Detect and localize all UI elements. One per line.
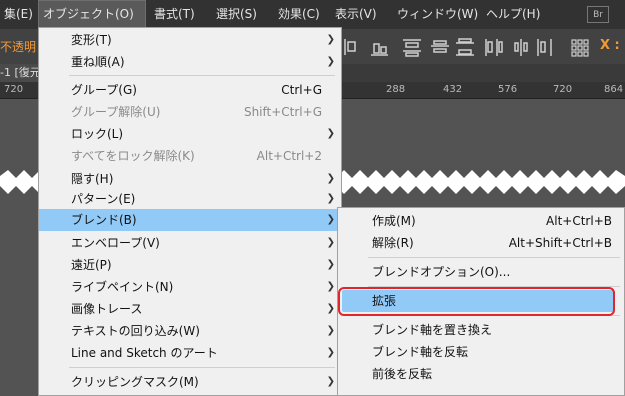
menu-item-envelope[interactable]: エンベロープ(V) ❯ [39,232,341,254]
menu-item-label: グループ解除(U) [71,105,161,119]
menu-type[interactable]: 書式(T) [150,0,199,29]
menu-edit[interactable]: 集(E) [0,0,37,29]
menu-select[interactable]: 選択(S) [212,0,261,29]
object-menu: 変形(T) ❯ 重ね順(A) ❯ グループ(G) Ctrl+G グループ解除(U… [38,27,342,396]
submenu-item-replace-spine[interactable]: ブレンド軸を置き換え [338,319,624,341]
grid-icon [571,39,589,57]
submenu-item-reverse-front-to-back[interactable]: 前後を反転 [338,363,624,385]
menu-item-label: クリッピングマスク(M) [71,375,199,389]
submenu-arrow-icon: ❯ [326,259,335,270]
menu-item-label: パターン(E) [71,192,136,206]
menu-item-shortcut: Ctrl+G [281,83,322,97]
ruler-tick: 432 [443,84,463,95]
submenu-arrow-icon: ❯ [326,214,335,225]
annotation-highlight-ring [338,287,615,316]
ruler-tick: 720 [553,84,573,95]
menu-item-unlock-all[interactable]: すべてをロック解除(K) Alt+Ctrl+2 [39,145,341,167]
ruler-tick: 576 [498,84,518,95]
ruler-tick: 864 [604,84,624,95]
submenu-item-label: 作成(M) [372,214,416,228]
menu-item-live-paint[interactable]: ライブペイント(N) ❯ [39,276,341,298]
submenu-arrow-icon: ❯ [326,325,335,336]
submenu-arrow-icon: ❯ [326,193,335,204]
submenu-arrow-icon: ❯ [326,56,335,67]
submenu-item-release[interactable]: 解除(R) Alt+Shift+Ctrl+B [338,232,624,254]
menu-item-label: すべてをロック解除(K) [71,149,195,163]
menu-separator [368,257,620,258]
submenu-item-blend-options[interactable]: ブレンドオプション(O)... [338,261,624,283]
menu-bar: 集(E) オブジェクト(O) 書式(T) 選択(S) 効果(C) 表示(V) ウ… [0,0,625,29]
menu-help[interactable]: ヘルプ(H) [482,0,544,29]
menu-item-text-wrap[interactable]: テキストの回り込み(W) ❯ [39,320,341,342]
menu-view[interactable]: 表示(V) [331,0,381,29]
submenu-arrow-icon: ❯ [326,376,335,387]
distribute-left-icon [485,39,503,56]
ruler-tick: 288 [386,84,406,95]
menu-item-shortcut: Shift+Ctrl+G [243,105,322,119]
menu-separator [69,367,335,368]
menu-item-label: 画像トレース [71,302,143,316]
menu-item-label: 変形(T) [71,33,112,47]
menu-item-shortcut: Alt+Ctrl+2 [256,149,322,163]
menu-item-hide[interactable]: 隠す(H) ❯ [39,168,341,190]
submenu-item-shortcut: Alt+Ctrl+B [546,214,612,228]
submenu-item-label: 解除(R) [372,236,414,250]
submenu-item-label: ブレンド軸を反転 [372,345,469,359]
distribute-vcenter-icon [431,40,449,53]
distribute-right-icon [537,39,552,56]
menu-item-pattern[interactable]: パターン(E) ❯ [39,188,341,210]
menu-item-line-sketch-art[interactable]: Line and Sketch のアート ❯ [39,342,341,364]
menu-item-label: 隠す(H) [71,172,114,186]
menu-item-label: Line and Sketch のアート [71,346,218,360]
menu-item-label: ライブペイント(N) [71,280,174,294]
menu-item-lock[interactable]: ロック(L) ❯ [39,123,341,145]
submenu-item-label: ブレンド軸を置き換え [372,323,493,337]
submenu-arrow-icon: ❯ [326,34,335,45]
menu-item-label: テキストの回り込み(W) [71,324,200,338]
menu-window[interactable]: ウィンドウ(W) [393,0,482,29]
menu-item-image-trace[interactable]: 画像トレース ❯ [39,298,341,320]
distribute-hcenter-icon [514,39,528,56]
menu-item-label: ブレンド(B) [71,213,137,227]
menu-item-label: 重ね順(A) [71,55,125,69]
menu-item-group[interactable]: グループ(G) Ctrl+G [39,79,341,101]
align-left-icon [344,39,356,55]
menu-item-clipping-mask[interactable]: クリッピングマスク(M) ❯ [39,371,341,393]
menu-effect[interactable]: 効果(C) [274,0,324,29]
align-bottom-icon [371,43,388,56]
menu-item-ungroup[interactable]: グループ解除(U) Shift+Ctrl+G [39,101,341,123]
submenu-arrow-icon: ❯ [326,173,335,184]
submenu-item-make[interactable]: 作成(M) Alt+Ctrl+B [338,210,624,232]
submenu-arrow-icon: ❯ [326,281,335,292]
submenu-arrow-icon: ❯ [326,303,335,314]
menu-item-label: エンベロープ(V) [71,236,160,250]
menu-separator [69,75,335,76]
submenu-item-reverse-spine[interactable]: ブレンド軸を反転 [338,341,624,363]
menu-item-transform[interactable]: 変形(T) ❯ [39,29,341,51]
bridge-icon[interactable]: Br [587,6,609,23]
menu-item-label: グループ(G) [71,83,137,97]
distribute-bottom-icon [456,38,474,56]
menu-item-perspective[interactable]: 遠近(P) ❯ [39,254,341,276]
menu-item-blend[interactable]: ブレンド(B) ❯ [39,209,341,231]
submenu-arrow-icon: ❯ [326,128,335,139]
menu-item-label: 遠近(P) [71,258,112,272]
menu-item-arrange[interactable]: 重ね順(A) ❯ [39,51,341,73]
menu-object[interactable]: オブジェクト(O) [38,0,146,29]
ruler-tick: 720 [4,84,24,95]
submenu-arrow-icon: ❯ [326,347,335,358]
x-coordinate-label: X : [600,38,620,53]
submenu-item-label: ブレンドオプション(O)... [372,265,511,279]
distribute-top-icon [403,39,421,57]
submenu-item-label: 前後を反転 [372,367,433,381]
menu-item-label: ロック(L) [71,127,124,141]
submenu-arrow-icon: ❯ [326,237,335,248]
document-tab[interactable]: -1 [復元 [0,64,40,82]
submenu-item-shortcut: Alt+Shift+Ctrl+B [508,236,612,250]
